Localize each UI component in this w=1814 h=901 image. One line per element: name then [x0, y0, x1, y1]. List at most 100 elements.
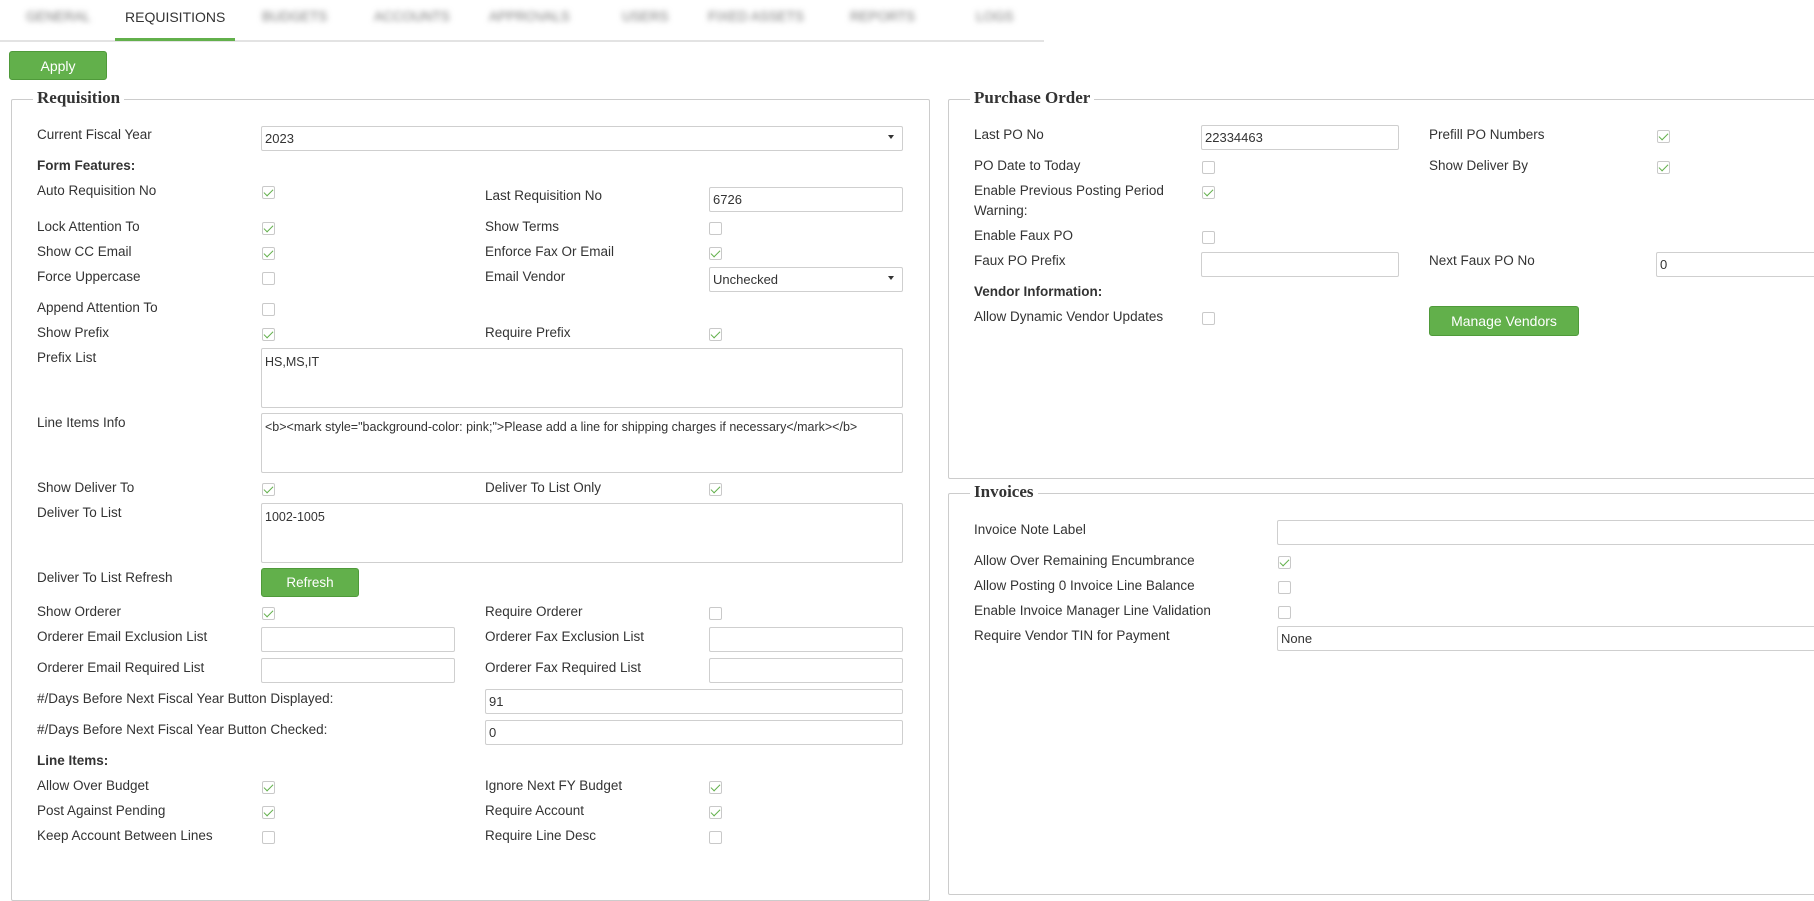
refresh-button[interactable]: Refresh [261, 568, 359, 597]
days-checked-input[interactable]: 0 [485, 720, 903, 745]
chevron-down-icon [888, 276, 894, 280]
orderer-fax-excl-input[interactable] [709, 627, 903, 652]
allow-over-remaining-checkbox[interactable] [1278, 556, 1291, 569]
auto-req-no-label: Auto Requisition No [37, 183, 157, 198]
keep-account-label: Keep Account Between Lines [37, 828, 213, 843]
next-faux-po-label: Next Faux PO No [1429, 253, 1535, 268]
show-prefix-label: Show Prefix [37, 325, 110, 340]
show-terms-checkbox[interactable] [709, 222, 722, 235]
allow-posting-zero-checkbox[interactable] [1278, 581, 1291, 594]
po-date-today-checkbox[interactable] [1202, 161, 1215, 174]
allow-posting-zero-label: Allow Posting 0 Invoice Line Balance [974, 578, 1195, 593]
allow-dynamic-vendor-label: Allow Dynamic Vendor Updates [974, 309, 1164, 324]
current-fiscal-year-label: Current Fiscal Year [37, 127, 152, 142]
show-deliver-by-checkbox[interactable] [1657, 161, 1670, 174]
enable-faux-po-label: Enable Faux PO [974, 228, 1074, 243]
enable-line-validation-label: Enable Invoice Manager Line Validation [974, 603, 1211, 618]
lock-attention-label: Lock Attention To [37, 219, 140, 234]
prefix-list-label: Prefix List [37, 350, 97, 365]
require-vendor-tin-select[interactable]: None [1277, 626, 1814, 651]
last-po-no-input[interactable]: 22334463 [1201, 125, 1399, 150]
show-terms-label: Show Terms [485, 219, 560, 234]
last-req-no-input[interactable]: 6726 [709, 187, 903, 212]
tab-requisitions[interactable]: REQUISITIONS [115, 0, 236, 41]
tab-general[interactable]: GENERAL [26, 0, 91, 38]
days-displayed-label: #/Days Before Next Fiscal Year Button Di… [37, 691, 334, 706]
require-account-checkbox[interactable] [709, 806, 722, 819]
show-prefix-checkbox[interactable] [262, 328, 275, 341]
show-cc-email-checkbox[interactable] [262, 247, 275, 260]
orderer-fax-req-label: Orderer Fax Required List [485, 660, 642, 675]
ignore-next-fy-checkbox[interactable] [709, 781, 722, 794]
form-features-header: Form Features: [37, 158, 136, 173]
prefill-po-checkbox[interactable] [1657, 130, 1670, 143]
orderer-fax-req-input[interactable] [709, 658, 903, 683]
auto-req-no-checkbox[interactable] [262, 186, 275, 199]
email-vendor-select[interactable]: Unchecked [709, 267, 903, 292]
show-deliver-to-checkbox[interactable] [262, 483, 275, 496]
email-vendor-label: Email Vendor [485, 269, 566, 284]
keep-account-checkbox[interactable] [262, 831, 275, 844]
require-orderer-label: Require Orderer [485, 604, 583, 619]
require-line-desc-label: Require Line Desc [485, 828, 597, 843]
post-against-pending-checkbox[interactable] [262, 806, 275, 819]
show-orderer-label: Show Orderer [37, 604, 122, 619]
show-cc-email-label: Show CC Email [37, 244, 132, 259]
current-fiscal-year-select[interactable]: 2023 [261, 126, 903, 151]
require-line-desc-checkbox[interactable] [709, 831, 722, 844]
tab-accounts[interactable]: ACCOUNTS [374, 0, 450, 38]
next-faux-po-input[interactable]: 0 [1656, 252, 1814, 277]
po-date-today-label: PO Date to Today [974, 158, 1081, 173]
allow-over-budget-label: Allow Over Budget [37, 778, 149, 793]
enable-prev-posting-label-line2: Warning: [974, 203, 1028, 218]
tab-budgets[interactable]: BUDGETS [262, 0, 327, 38]
enable-line-validation-checkbox[interactable] [1278, 606, 1291, 619]
require-prefix-label: Require Prefix [485, 325, 571, 340]
require-account-label: Require Account [485, 803, 585, 818]
faux-po-prefix-label: Faux PO Prefix [974, 253, 1066, 268]
lock-attention-checkbox[interactable] [262, 222, 275, 235]
settings-tab-bar: GENERAL REQUISITIONS BUDGETS ACCOUNTS AP… [0, 0, 1044, 42]
tab-approvals[interactable]: APPROVALS [489, 0, 570, 38]
post-against-pending-label: Post Against Pending [37, 803, 166, 818]
last-po-no-label: Last PO No [974, 127, 1044, 142]
deliver-list-only-checkbox[interactable] [709, 483, 722, 496]
append-attention-checkbox[interactable] [262, 303, 275, 316]
current-fiscal-year-value: 2023 [265, 131, 294, 146]
days-displayed-input[interactable]: 91 [485, 689, 903, 714]
allow-over-remaining-label: Allow Over Remaining Encumbrance [974, 553, 1195, 568]
prefix-list-textarea[interactable]: HS,MS,IT [261, 348, 903, 408]
orderer-fax-excl-label: Orderer Fax Exclusion List [485, 629, 645, 644]
invoice-note-label-input[interactable] [1277, 520, 1814, 545]
vendor-info-header: Vendor Information: [974, 284, 1103, 299]
show-orderer-checkbox[interactable] [262, 607, 275, 620]
show-deliver-by-label: Show Deliver By [1429, 158, 1529, 173]
line-items-info-textarea[interactable]: <b><mark style="background-color: pink;"… [261, 413, 903, 473]
last-req-no-label: Last Requisition No [485, 188, 603, 203]
deliver-to-list-textarea[interactable]: 1002-1005 [261, 503, 903, 563]
requisition-legend: Requisition [33, 88, 125, 108]
days-checked-label: #/Days Before Next Fiscal Year Button Ch… [37, 722, 328, 737]
require-prefix-checkbox[interactable] [709, 328, 722, 341]
tab-users[interactable]: USERS [622, 0, 669, 38]
allow-over-budget-checkbox[interactable] [262, 781, 275, 794]
tab-reports[interactable]: REPORTS [850, 0, 915, 38]
orderer-email-excl-input[interactable] [261, 627, 455, 652]
faux-po-prefix-input[interactable] [1201, 252, 1399, 277]
invoice-note-label-label: Invoice Note Label [974, 522, 1086, 537]
apply-button[interactable]: Apply [9, 51, 107, 80]
line-items-info-label: Line Items Info [37, 415, 126, 430]
manage-vendors-button[interactable]: Manage Vendors [1429, 306, 1579, 336]
orderer-email-excl-label: Orderer Email Exclusion List [37, 629, 208, 644]
allow-dynamic-vendor-checkbox[interactable] [1202, 312, 1215, 325]
enable-faux-po-checkbox[interactable] [1202, 231, 1215, 244]
enforce-fax-checkbox[interactable] [709, 247, 722, 260]
force-uppercase-checkbox[interactable] [262, 272, 275, 285]
require-orderer-checkbox[interactable] [709, 607, 722, 620]
enable-prev-posting-checkbox[interactable] [1202, 186, 1215, 199]
tab-logs[interactable]: LOGS [976, 0, 1014, 38]
deliver-refresh-label: Deliver To List Refresh [37, 570, 173, 585]
orderer-email-req-input[interactable] [261, 658, 455, 683]
chevron-down-icon [888, 135, 894, 139]
tab-fixed-assets[interactable]: FIXED ASSETS [708, 0, 804, 38]
